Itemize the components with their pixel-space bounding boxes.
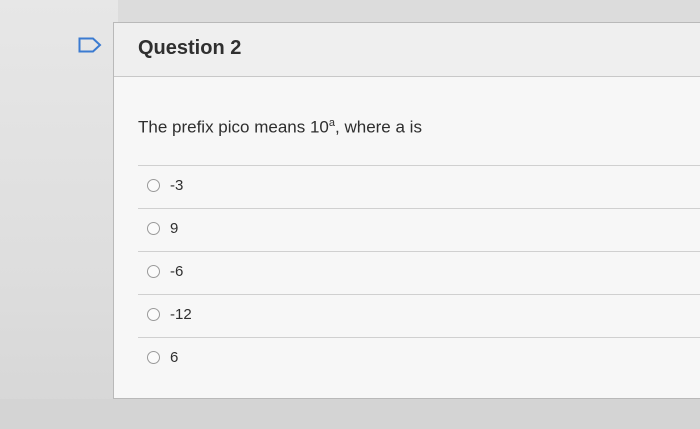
answer-option[interactable]: -12 xyxy=(138,295,700,338)
radio-button[interactable] xyxy=(147,265,160,278)
answer-label: 9 xyxy=(170,220,179,237)
left-gutter xyxy=(0,0,118,429)
radio-button[interactable] xyxy=(147,222,160,235)
answer-label: -6 xyxy=(170,263,184,280)
answer-label: -12 xyxy=(170,306,192,323)
answer-option[interactable]: 9 xyxy=(138,209,700,252)
answer-list: -3 9 -6 -12 6 xyxy=(138,165,700,380)
answer-option[interactable]: -6 xyxy=(138,252,700,295)
question-title: Question 2 xyxy=(138,37,242,59)
radio-button[interactable] xyxy=(147,179,160,192)
radio-button[interactable] xyxy=(147,351,160,364)
answer-label: -3 xyxy=(170,177,184,194)
answer-option[interactable]: 6 xyxy=(138,338,700,380)
answer-option[interactable]: -3 xyxy=(138,166,700,209)
answer-label: 6 xyxy=(170,349,179,366)
question-text-prefix: The prefix pico means 10 xyxy=(138,117,329,137)
flag-icon[interactable] xyxy=(78,37,102,53)
radio-button[interactable] xyxy=(147,308,160,321)
question-card: Question 2 The prefix pico means 10a, wh… xyxy=(113,22,700,399)
question-header: Question 2 xyxy=(114,23,700,77)
question-text-suffix: , where a is xyxy=(335,117,422,137)
bottom-shade xyxy=(0,399,700,429)
question-text: The prefix pico means 10a, where a is xyxy=(138,117,422,138)
